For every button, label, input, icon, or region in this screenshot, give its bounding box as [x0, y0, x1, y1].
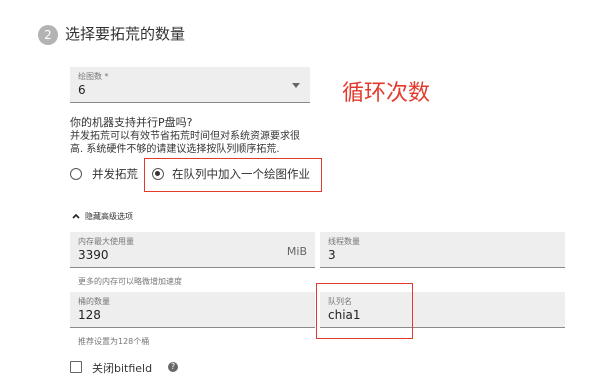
radio-parallel[interactable]: 并发拓荒 — [70, 165, 150, 183]
buckets-label: 桶的数量 — [78, 297, 110, 306]
threads-label: 线程数量 — [328, 237, 360, 246]
bitfield-option[interactable]: 关闭bitfield ? — [70, 359, 210, 375]
radio-parallel-circle[interactable] — [70, 168, 82, 180]
radio-queue-label: 在队列中加入一个绘图作业 — [172, 167, 310, 181]
queue-name-highlight — [316, 283, 413, 339]
annotation-loop-count: 循环次数 — [342, 81, 431, 106]
memory-field[interactable]: 内存最大使用量 3390 MiB — [70, 232, 315, 268]
buckets-value: 128 — [78, 308, 101, 322]
parallel-question: 你的机器支持并行P盘吗? — [70, 116, 193, 129]
step-title: 选择要拓荒的数量 — [65, 25, 186, 43]
plot-count-value: 6 — [78, 83, 86, 97]
parallel-description-line1: 并发拓荒可以有效节省拓荒时间但对系统资源要求很 — [70, 131, 300, 142]
chevron-up-icon — [72, 213, 80, 219]
memory-label: 内存最大使用量 — [78, 237, 134, 246]
bitfield-checkbox[interactable] — [70, 361, 82, 373]
buckets-helper-text: 推荐设置为128个桶 — [78, 337, 150, 346]
plot-count-label: 绘图数 * — [78, 72, 109, 81]
threads-value: 3 — [328, 248, 336, 262]
radio-parallel-label: 并发拓荒 — [92, 167, 138, 181]
help-icon[interactable]: ? — [168, 362, 178, 372]
memory-helper-text: 更多的内存可以略微增加速度 — [78, 277, 182, 286]
bitfield-label: 关闭bitfield — [92, 362, 153, 375]
parallel-description-line2: 高. 系统硬件不够的请建议选择按队列顺序拓荒. — [70, 144, 280, 155]
memory-value: 3390 — [78, 248, 109, 262]
step-number-badge: 2 — [38, 25, 58, 45]
chevron-down-icon — [292, 83, 300, 88]
radio-queue[interactable]: 在队列中加入一个绘图作业 — [152, 165, 317, 183]
radio-queue-circle[interactable] — [152, 168, 164, 180]
threads-field[interactable]: 线程数量 3 — [320, 232, 565, 268]
plot-count-select[interactable]: 绘图数 * 6 — [70, 67, 310, 103]
buckets-field[interactable]: 桶的数量 128 — [70, 292, 315, 328]
advanced-options-label: 隐藏高级选项 — [85, 212, 133, 221]
memory-unit: MiB — [286, 245, 307, 258]
advanced-options-toggle[interactable]: 隐藏高级选项 — [72, 210, 172, 222]
